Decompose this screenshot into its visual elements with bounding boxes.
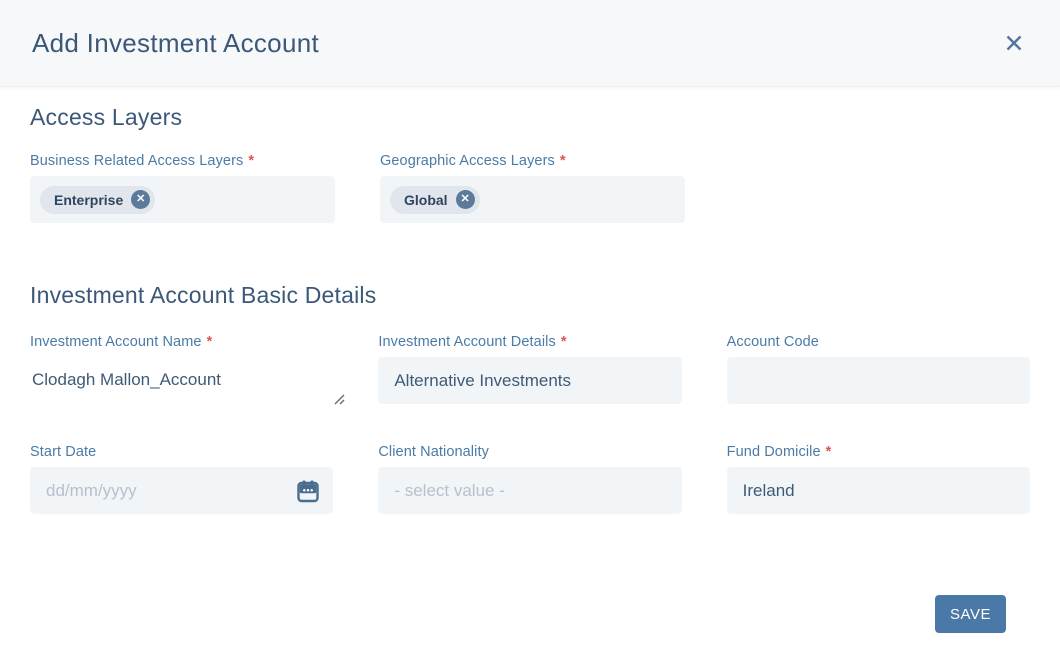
required-asterisk: * [560,153,566,169]
field-start-date: Start Date [30,444,333,514]
account-code-input[interactable] [727,357,1030,404]
chip-enterprise: Enterprise ✕ [40,186,155,214]
field-label: Fund Domicile* [727,444,1030,460]
required-asterisk: * [207,334,213,350]
field-label: Investment Account Details* [378,334,681,350]
add-investment-account-modal: Add Investment Account Access Layers Bus… [0,0,1060,633]
field-label: Start Date [30,444,333,460]
chip-remove-icon[interactable]: ✕ [456,190,475,209]
field-label: Account Code [727,334,1030,350]
field-investment-account-details: Investment Account Details* [378,334,681,412]
field-label: Geographic Access Layers* [380,153,685,169]
required-asterisk: * [248,153,254,169]
field-business-related-access-layers: Business Related Access Layers* Enterpri… [30,153,335,223]
select-placeholder: - select value - [378,481,505,501]
chip-remove-icon[interactable]: ✕ [131,190,150,209]
field-investment-account-name: Investment Account Name* Clodagh Mallon_… [30,334,333,412]
close-icon [1004,33,1024,53]
select-value: Ireland [727,481,795,501]
business-access-layers-multiselect[interactable]: Enterprise ✕ [30,176,335,223]
required-asterisk: * [561,334,567,350]
modal-footer: SAVE [30,595,1030,633]
field-geographic-access-layers: Geographic Access Layers* Global ✕ [380,153,685,223]
start-date-input[interactable] [30,467,333,514]
modal-header: Add Investment Account [0,0,1060,87]
page-title: Add Investment Account [32,28,319,59]
investment-account-details-input[interactable] [378,357,681,404]
resize-handle-icon[interactable] [332,392,345,410]
required-asterisk: * [826,444,832,460]
start-date-control [30,467,333,514]
section-heading-access-layers: Access Layers [30,104,1030,131]
field-account-code: Account Code [727,334,1030,412]
investment-account-name-textarea[interactable]: Clodagh Mallon_Account [30,357,333,407]
close-button[interactable] [1000,29,1028,57]
client-nationality-select[interactable]: - select value - [378,467,681,514]
field-fund-domicile: Fund Domicile* Ireland [727,444,1030,514]
save-button[interactable]: SAVE [935,595,1006,633]
field-client-nationality: Client Nationality - select value - [378,444,681,514]
section-heading-basic-details: Investment Account Basic Details [30,282,1030,309]
chip-global: Global ✕ [390,186,480,214]
fund-domicile-select[interactable]: Ireland [727,467,1030,514]
field-label: Client Nationality [378,444,681,460]
modal-body: Access Layers Business Related Access La… [0,104,1060,633]
field-label: Investment Account Name* [30,334,333,350]
calendar-icon[interactable] [296,479,320,503]
geographic-access-layers-multiselect[interactable]: Global ✕ [380,176,685,223]
field-label: Business Related Access Layers* [30,153,335,169]
